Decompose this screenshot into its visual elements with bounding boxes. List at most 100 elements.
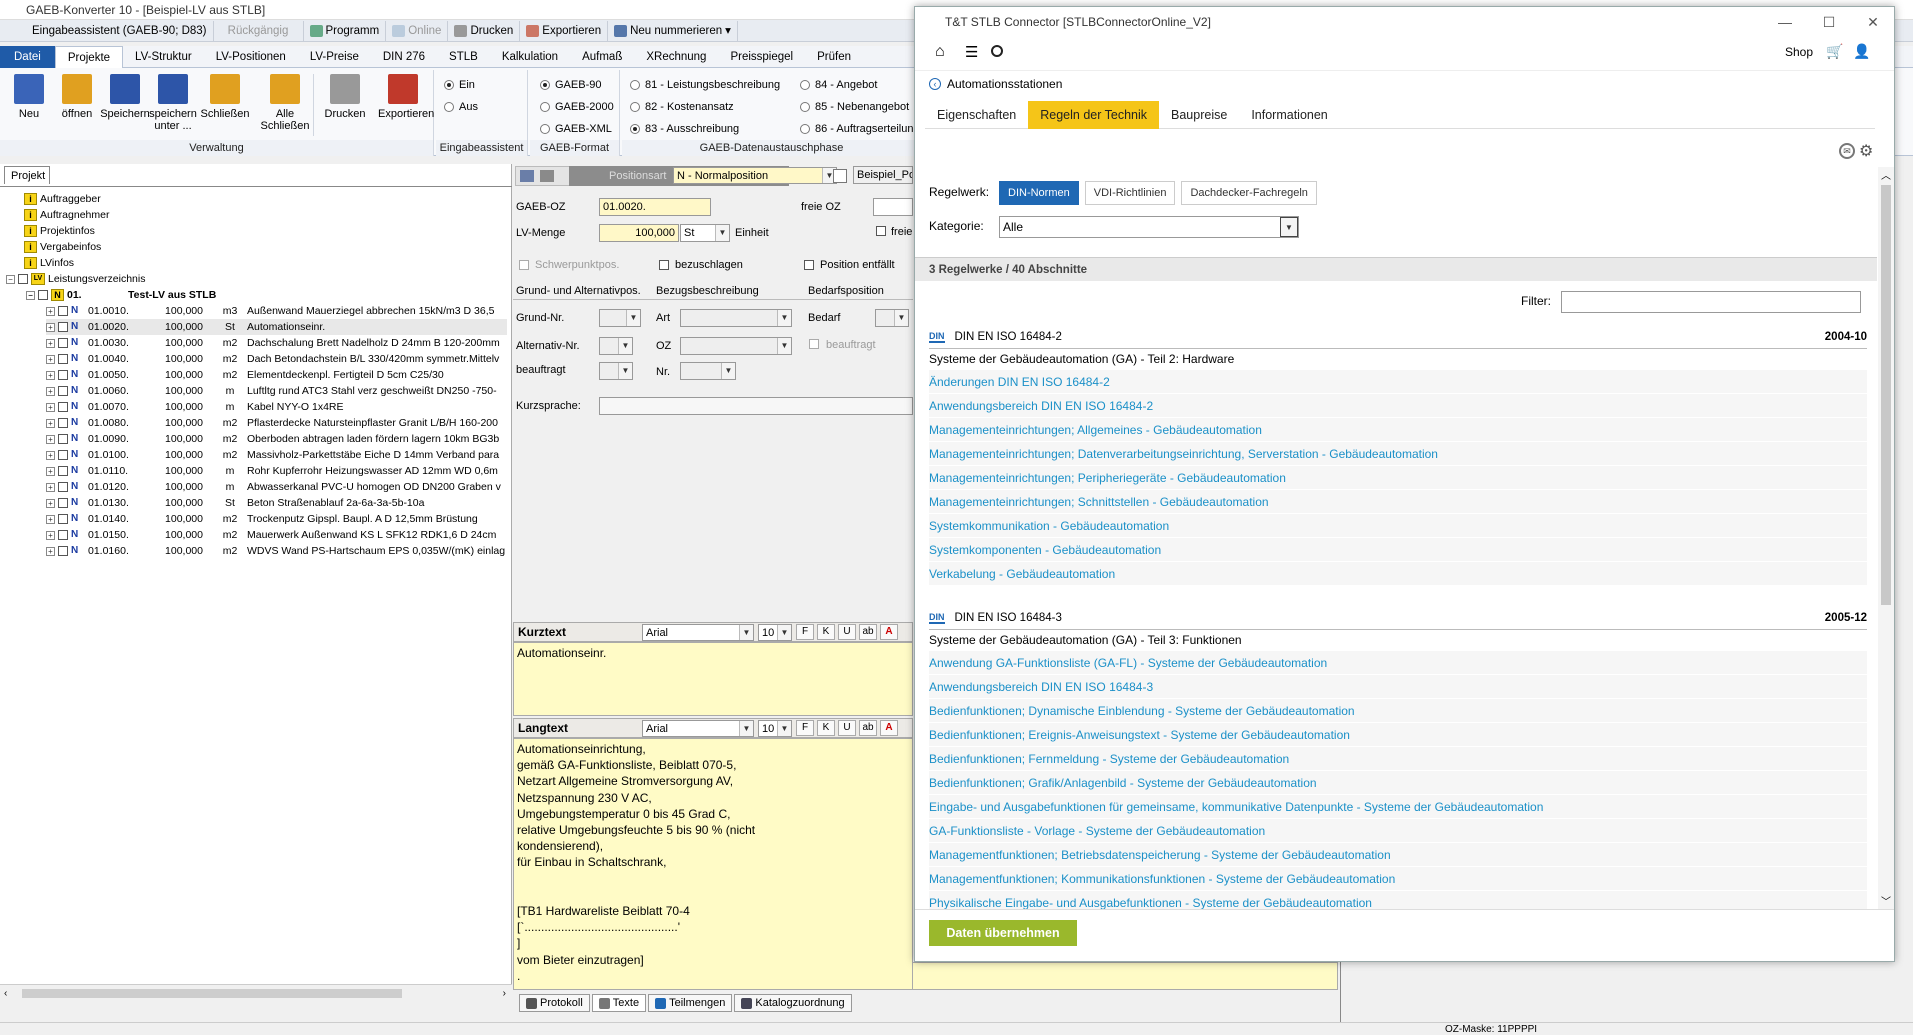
position-checkbox[interactable] <box>58 418 68 428</box>
bottom-tab-3[interactable]: Katalogzuordnung <box>734 994 852 1012</box>
dta-radio-0[interactable]: 81 - Leistungsbeschreibung <box>630 76 780 94</box>
kurztext-size-select[interactable]: 10 ▼ <box>758 623 792 641</box>
program-button[interactable]: Programm <box>304 20 387 41</box>
format-button-4[interactable]: A <box>880 720 898 736</box>
edit-icon[interactable] <box>540 170 554 182</box>
tree-position-row[interactable]: + N 01.0160. 100,000 m2 WDVS Wand PS-Hartscha… <box>46 543 507 559</box>
position-checkbox[interactable] <box>58 402 68 412</box>
tree-position-row[interactable]: + N 01.0110. 100,000 m Rohr Kupferrohr Heizun… <box>46 463 507 479</box>
position-checkbox[interactable] <box>58 338 68 348</box>
expand-icon[interactable]: + <box>46 434 55 444</box>
section-link[interactable]: Eingabe- und Ausgabefunktionen für gemei… <box>929 794 1867 818</box>
expand-icon[interactable]: + <box>46 450 55 460</box>
position-checkbox[interactable] <box>58 450 68 460</box>
print-quick-button[interactable]: Drucken <box>448 20 521 41</box>
format-button-3[interactable]: ab <box>859 624 877 640</box>
tree-node-info[interactable]: i LVinfos <box>24 255 74 271</box>
kurzsprache-input[interactable] <box>599 397 913 415</box>
oz-select[interactable]: ▼ <box>680 337 792 355</box>
section-link[interactable]: Managementeinrichtungen; Allgemeines - G… <box>929 417 1867 441</box>
position-checkbox[interactable] <box>58 466 68 476</box>
format-button-3[interactable]: ab <box>859 720 877 736</box>
ribbon-tab-6[interactable]: STLB <box>437 46 490 68</box>
positionsart-select[interactable]: N - Normalposition ▼ <box>673 167 837 184</box>
position-checkbox[interactable] <box>58 386 68 396</box>
position-checkbox[interactable] <box>58 482 68 492</box>
filter-input[interactable] <box>1561 291 1861 313</box>
connector-tab-3[interactable]: Informationen <box>1239 101 1339 129</box>
section-link[interactable]: Physikalische Eingabe- und Ausgabefunkti… <box>929 890 1867 909</box>
tree-position-row[interactable]: + N 01.0100. 100,000 m2 Massivholz-Parkettstä… <box>46 447 507 463</box>
vertical-scrollbar[interactable]: ︿ ﹀ <box>1878 167 1894 947</box>
chevron-down-icon[interactable]: ▼ <box>1280 217 1298 237</box>
expand-icon[interactable]: + <box>46 338 55 348</box>
bottom-tab-1[interactable]: Texte <box>591 994 647 1012</box>
schwerpunkt-checkbox[interactable] <box>519 260 529 270</box>
chevron-down-icon[interactable]: ▼ <box>715 225 729 241</box>
mail-icon[interactable]: ✉ <box>1839 143 1855 159</box>
tree-position-row[interactable]: + N 01.0050. 100,000 m2 Elementdeckenpl. Fert… <box>46 367 507 383</box>
back-icon[interactable]: ‹ <box>929 78 941 90</box>
open-button[interactable]: öffnen <box>52 74 102 120</box>
bezuschlagen-checkbox[interactable] <box>659 260 669 270</box>
take-data-button[interactable]: Daten übernehmen <box>929 920 1077 946</box>
format-button-0[interactable]: F <box>796 720 814 736</box>
kurztext-font-select[interactable]: Arial ▼ <box>642 623 754 641</box>
scroll-right-icon[interactable]: › <box>503 988 506 999</box>
collapse-icon[interactable]: − <box>6 274 15 284</box>
undo-button[interactable]: Rückgängig <box>214 20 304 41</box>
expand-icon[interactable]: + <box>46 498 55 508</box>
bottom-tab-2[interactable]: Teilmengen <box>648 994 733 1012</box>
format-button-2[interactable]: U <box>838 720 856 736</box>
art-select[interactable]: ▼ <box>680 309 792 327</box>
gear-icon[interactable]: ⚙ <box>1859 141 1873 161</box>
position-checkbox[interactable] <box>58 498 68 508</box>
expand-icon[interactable]: + <box>46 546 55 556</box>
ribbon-tab-11[interactable]: Prüfen <box>805 46 863 68</box>
beauftragt-select[interactable]: ▼ <box>599 362 633 380</box>
langtext-size-select[interactable]: 10 ▼ <box>758 719 792 737</box>
freie-oz-input[interactable] <box>873 198 913 216</box>
minimize-icon[interactable]: — <box>1773 11 1797 33</box>
gaeb-oz-input[interactable]: 01.0020. <box>599 198 711 216</box>
freie-checkbox[interactable] <box>876 226 886 236</box>
lv-menge-input[interactable]: 100,000 <box>599 224 679 242</box>
table-icon[interactable] <box>520 170 534 182</box>
tree-position-row[interactable]: + N 01.0010. 100,000 m3 Außenwand Mauerziegel… <box>46 303 507 319</box>
tab-projekt[interactable]: Projekt <box>4 166 50 184</box>
unit-select[interactable]: St ▼ <box>680 224 730 242</box>
ribbon-tab-1[interactable]: Projekte <box>54 45 124 68</box>
regelwerk-button-0[interactable]: DIN-Normen <box>999 181 1079 205</box>
chevron-up-icon[interactable]: ︿ <box>1881 167 1891 182</box>
ribbon-tab-0[interactable]: Datei <box>0 45 55 68</box>
tree-node-group[interactable]: − N 01. Test-LV aus STLB <box>26 287 216 303</box>
tree-node-info[interactable]: i Vergabeinfos <box>24 239 101 255</box>
bedarf-select[interactable]: ▼ <box>875 309 909 327</box>
connector-tab-2[interactable]: Baupreise <box>1159 101 1239 129</box>
format-button-4[interactable]: A <box>880 624 898 640</box>
expand-icon[interactable]: + <box>46 354 55 364</box>
langtext-font-select[interactable]: Arial ▼ <box>642 719 754 737</box>
dta-radio-4[interactable]: 85 - Nebenangebot <box>800 98 909 116</box>
ribbon-tab-4[interactable]: LV-Preise <box>298 46 371 68</box>
ribbon-tab-3[interactable]: LV-Positionen <box>204 46 298 68</box>
assistant-off-radio[interactable]: Aus <box>444 98 478 116</box>
connector-tab-0[interactable]: Eigenschaften <box>925 101 1028 129</box>
position-checkbox[interactable] <box>58 546 68 556</box>
expand-icon[interactable]: + <box>46 386 55 396</box>
tree-position-row[interactable]: + N 01.0150. 100,000 m2 Mauerwerk Außenwand K… <box>46 527 507 543</box>
ribbon-tab-2[interactable]: LV-Struktur <box>123 46 204 68</box>
kategorie-select[interactable]: Alle ▼ <box>999 216 1299 238</box>
position-checkbox[interactable] <box>58 370 68 380</box>
renumber-button[interactable]: Neu nummerieren ▾ <box>608 20 738 41</box>
section-link[interactable]: Bedienfunktionen; Fernmeldung - Systeme … <box>929 746 1867 770</box>
expand-icon[interactable]: + <box>46 514 55 524</box>
expand-icon[interactable]: + <box>46 322 55 332</box>
section-link[interactable]: Managementeinrichtungen; Schnittstellen … <box>929 489 1867 513</box>
expand-icon[interactable]: + <box>46 418 55 428</box>
grund-nr-select[interactable]: ▼ <box>599 309 641 327</box>
format-button-1[interactable]: K <box>817 624 835 640</box>
online-button[interactable]: Online <box>386 20 449 41</box>
maximize-icon[interactable]: ☐ <box>1817 11 1841 33</box>
section-link[interactable]: Managementfunktionen; Betriebsdatenspeic… <box>929 842 1867 866</box>
